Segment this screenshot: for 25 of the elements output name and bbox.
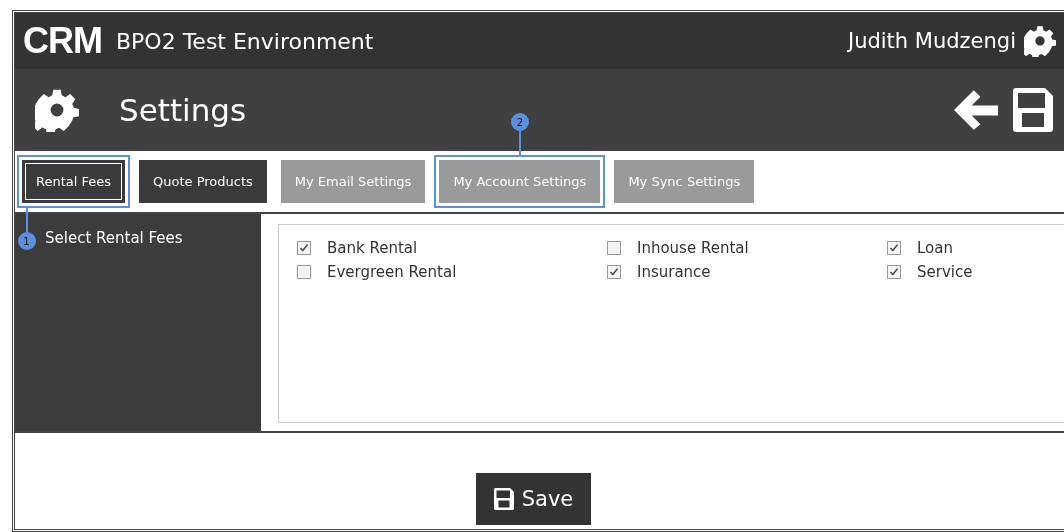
page-title: Settings: [119, 92, 247, 128]
save-icon: [493, 488, 514, 510]
checkbox[interactable]: [887, 265, 901, 279]
back-arrow-icon[interactable]: [954, 90, 998, 130]
checkbox[interactable]: [607, 265, 621, 279]
checkbox[interactable]: [297, 265, 311, 279]
save-icon[interactable]: [1012, 88, 1054, 132]
checkbox-label: Evergreen Rental: [327, 263, 457, 281]
checkbox-label: Bank Rental: [327, 239, 418, 257]
environment-name: BPO2 Test Environment: [116, 28, 374, 54]
checkbox[interactable]: [607, 241, 621, 255]
crm-logo: CRM: [23, 20, 102, 62]
save-button[interactable]: Save: [475, 473, 592, 525]
gear-icon: [35, 88, 79, 132]
checkbox-label: Loan: [917, 239, 953, 257]
checkbox-label: Service: [917, 263, 973, 281]
checkbox[interactable]: [887, 241, 901, 255]
tab[interactable]: Rental Fees: [22, 160, 126, 203]
checkbox[interactable]: [297, 241, 311, 255]
tab[interactable]: Quote Products: [139, 160, 267, 203]
settings-icon[interactable]: [1024, 25, 1056, 57]
user-name[interactable]: Judith Mudzengi: [847, 29, 1016, 53]
checkbox-label: Insurance: [637, 263, 711, 281]
checkbox-label: Inhouse Rental: [637, 239, 749, 257]
sidebar-title: Select Rental Fees: [45, 229, 183, 247]
